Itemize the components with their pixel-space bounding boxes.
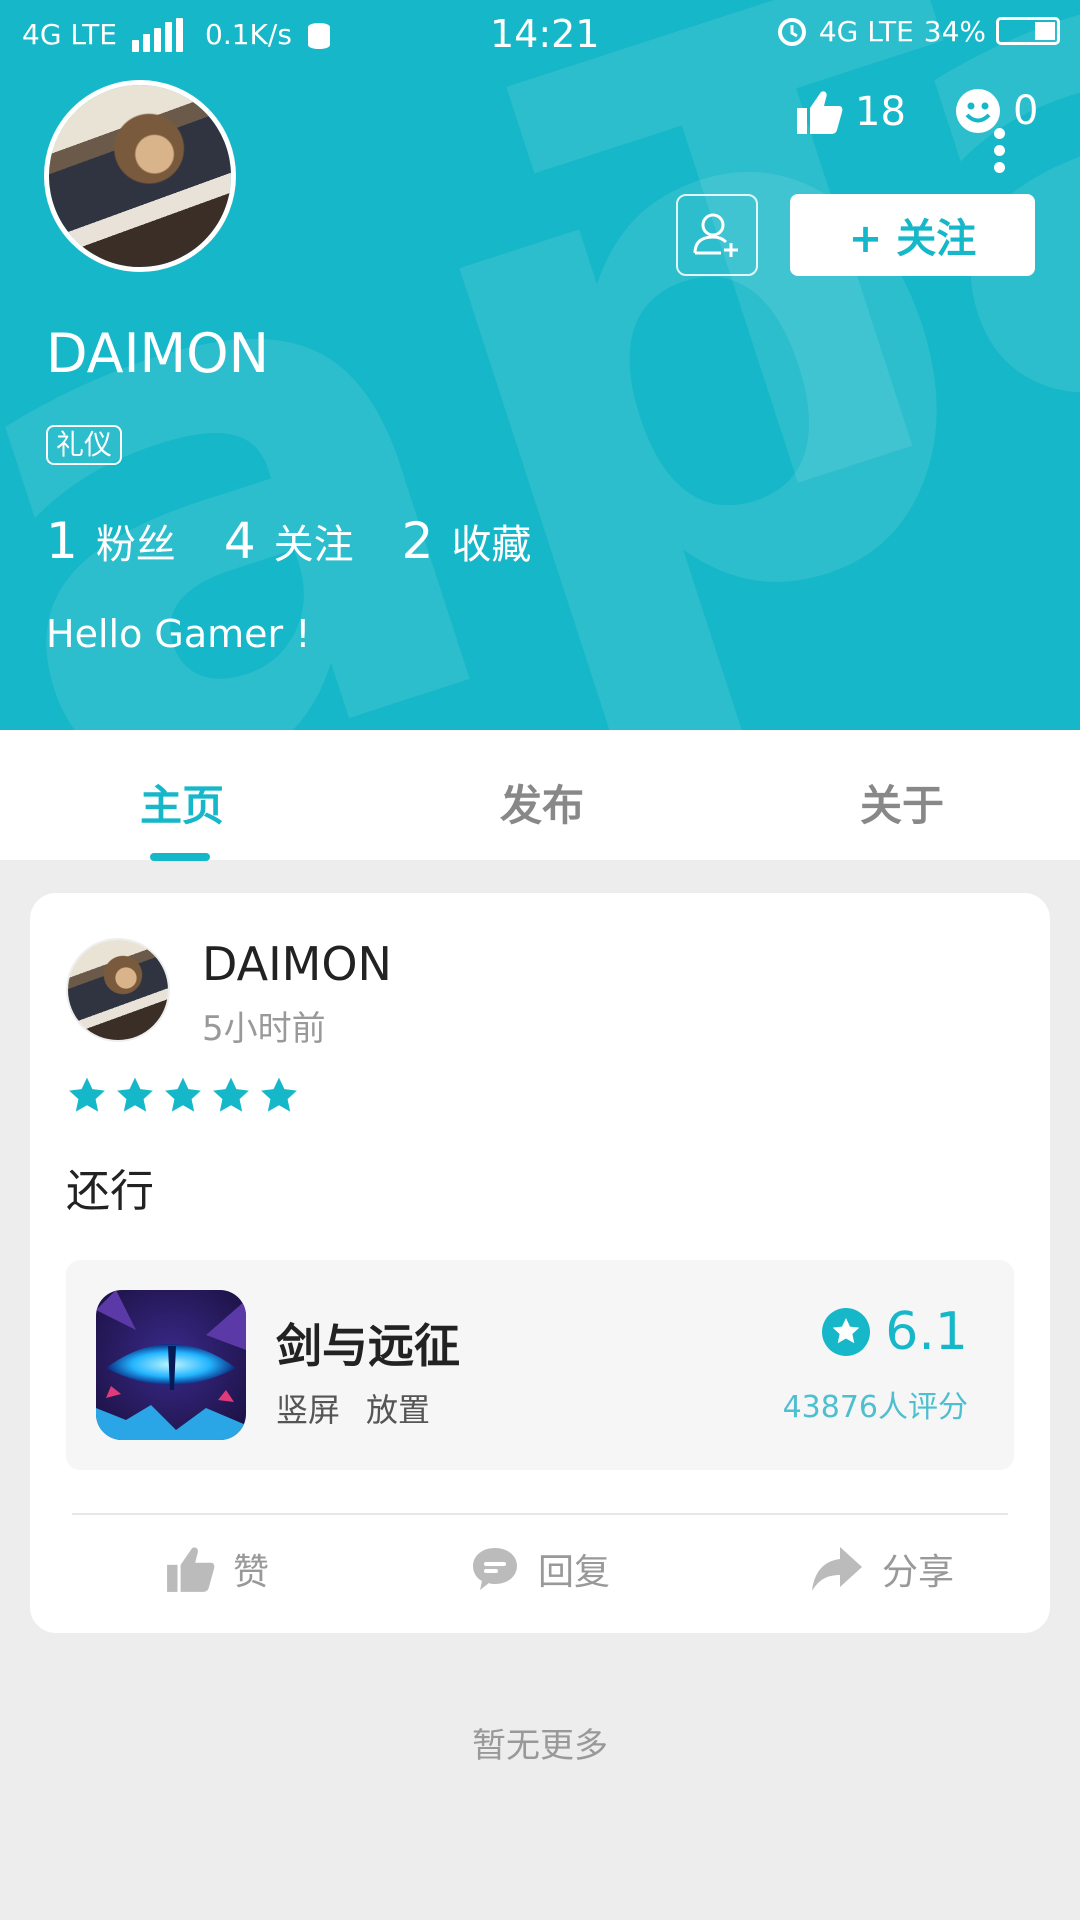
fans-count[interactable]: 1 xyxy=(46,512,78,570)
star-badge-icon xyxy=(822,1308,871,1356)
likes-counter: 18 xyxy=(795,88,906,136)
add-friend-button[interactable] xyxy=(676,194,758,276)
share-label: 分享 xyxy=(882,1552,955,1593)
user-tag-badge: 礼仪 xyxy=(46,425,123,465)
game-tags: 竖屏 放置 xyxy=(276,1385,430,1431)
star-icon xyxy=(213,1077,249,1112)
game-rating: 6.1 xyxy=(821,1302,968,1362)
network-speed: 0.1K/s xyxy=(205,18,292,51)
following-label[interactable]: 关注 xyxy=(274,512,354,570)
network-label-right: 4G LTE xyxy=(818,14,914,48)
comment-icon xyxy=(473,1548,517,1590)
share-icon xyxy=(812,1547,862,1591)
signal-icon xyxy=(132,18,192,52)
game-card[interactable]: 剑与远征 竖屏 放置 6.1 43876人评分 xyxy=(66,1260,1014,1470)
profile-stats: 1 粉丝 4 关注 2 收藏 xyxy=(46,512,579,570)
status-right: 4G LTE 34% xyxy=(775,14,1060,48)
star-icon xyxy=(117,1077,153,1112)
tab-home[interactable]: 主页 xyxy=(140,772,224,833)
post-card[interactable]: DAIMON 5小时前 还行 剑与远征 竖屏 放置 6.1 43876人评分 赞… xyxy=(30,893,1050,1633)
profile-avatar[interactable] xyxy=(44,80,236,272)
star-icon xyxy=(261,1077,297,1112)
follow-button[interactable]: + 关注 xyxy=(790,194,1035,276)
tab-about[interactable]: 关于 xyxy=(860,772,944,833)
game-icon[interactable] xyxy=(96,1290,246,1440)
like-label: 赞 xyxy=(233,1552,270,1593)
game-tag: 放置 xyxy=(366,1391,431,1429)
clock: 14:21 xyxy=(490,12,600,56)
network-label: 4G LTE xyxy=(22,18,117,51)
star-icon xyxy=(165,1077,201,1112)
profile-bio: Hello Gamer ! xyxy=(46,612,311,656)
star-icon xyxy=(69,1077,105,1112)
favorites-label[interactable]: 收藏 xyxy=(451,512,531,570)
active-tab-indicator xyxy=(150,853,210,861)
following-count[interactable]: 4 xyxy=(224,512,256,570)
post-timestamp: 5小时前 xyxy=(202,1009,326,1049)
fans-label[interactable]: 粉丝 xyxy=(96,512,176,570)
status-bar: 4G LTE 0.1K/s 14:21 4G LTE 34% xyxy=(0,0,1080,70)
favorites-count[interactable]: 2 xyxy=(402,512,434,570)
profile-username: DAIMON xyxy=(46,322,269,385)
game-title[interactable]: 剑与远征 xyxy=(276,1310,460,1376)
profile-header: ap Ta 4G LTE 0.1K/s 14:21 4G LTE 34% 18 xyxy=(0,0,1080,730)
rating-count: 43876人评分 xyxy=(782,1390,968,1425)
likes-count: 18 xyxy=(855,89,906,135)
add-user-icon xyxy=(693,213,738,257)
like-button[interactable]: 赞 xyxy=(165,1543,269,1595)
more-options-icon[interactable] xyxy=(992,128,1006,178)
alarm-icon xyxy=(777,18,806,46)
thumbs-up-icon xyxy=(167,1547,215,1592)
profile-tabs: 主页 发布 关于 xyxy=(0,730,1080,860)
post-author-avatar[interactable] xyxy=(66,938,170,1042)
game-score: 6.1 xyxy=(885,1302,968,1362)
emotes-count: 0 xyxy=(1013,88,1039,134)
share-button[interactable]: 分享 xyxy=(810,1543,954,1595)
post-author-name[interactable]: DAIMON xyxy=(202,937,392,991)
battery-percent: 34% xyxy=(923,14,986,48)
tab-posts[interactable]: 发布 xyxy=(500,772,584,833)
thumbs-up-icon xyxy=(797,91,843,134)
reply-label: 回复 xyxy=(538,1552,611,1593)
reply-button[interactable]: 回复 xyxy=(470,1543,610,1595)
data-icon xyxy=(305,20,337,56)
post-text: 还行 xyxy=(66,1166,154,1217)
battery-icon xyxy=(996,17,1060,45)
no-more-text: 暂无更多 xyxy=(472,1726,608,1766)
card-divider xyxy=(72,1513,1008,1515)
game-tag: 竖屏 xyxy=(276,1391,341,1429)
rating-stars xyxy=(66,1075,300,1117)
